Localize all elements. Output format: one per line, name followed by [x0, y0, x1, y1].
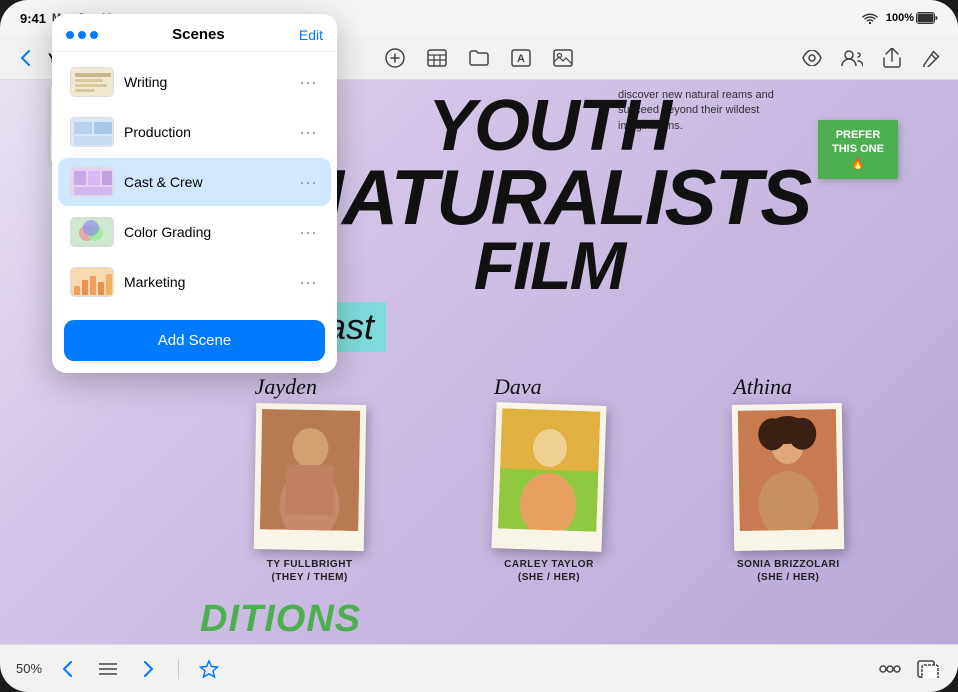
table-button[interactable] — [423, 44, 451, 72]
cast-photos: Jayden — [200, 374, 898, 584]
cast-2-polaroid — [491, 402, 606, 552]
toolbar-right — [585, 44, 946, 72]
sidebar-dot-2 — [78, 31, 86, 39]
add-shape-button[interactable] — [381, 44, 409, 72]
cast-item-3: Athina — [733, 374, 843, 584]
scene-more-cast-crew[interactable]: ··· — [297, 171, 319, 193]
sidebar-edit-button[interactable]: Edit — [299, 27, 323, 43]
scene-item-marketing[interactable]: Marketing ··· — [58, 258, 331, 306]
back-button[interactable] — [12, 44, 40, 72]
share-button[interactable] — [878, 44, 906, 72]
toolbar-center: A — [381, 44, 577, 72]
ipad-frame: 9:41 Mon Jun 10 100% — [0, 0, 958, 692]
cast-2-photo — [498, 408, 600, 531]
battery-label: 100% — [886, 12, 914, 24]
scene-more-color-grading[interactable]: ··· — [297, 221, 319, 243]
cast-2-script: Dava — [494, 374, 604, 400]
sticky-note: PREFER THIS ONE 🔥 — [818, 120, 898, 179]
sidebar-dot-1 — [66, 31, 74, 39]
image-button[interactable] — [549, 44, 577, 72]
status-right: 100% — [862, 12, 938, 24]
arrange-button[interactable] — [876, 655, 904, 683]
sidebar-dots — [66, 31, 98, 39]
scene-item-color-grading[interactable]: Color Grading ··· — [58, 208, 331, 256]
zoom-level: 50% — [16, 661, 42, 676]
svg-text:A: A — [517, 53, 525, 65]
bottom-overlay-text: DITIONS — [200, 598, 361, 640]
scene-more-marketing[interactable]: ··· — [297, 271, 319, 293]
status-time: 9:41 — [20, 11, 46, 26]
scene-thumbnail-cast — [70, 167, 114, 197]
scene-thumbnail-writing — [70, 67, 114, 97]
scene-more-production[interactable]: ··· — [297, 121, 319, 143]
cast-1-polaroid — [253, 403, 366, 551]
scene-thumbnail-production — [70, 117, 114, 147]
scene-name-marketing: Marketing — [124, 274, 287, 290]
cast-2-name: CARLEY TAYLOR(SHE / HER) — [504, 558, 594, 584]
cast-3-polaroid — [732, 403, 845, 551]
scene-item-cast-crew[interactable]: Cast & Crew ··· — [58, 158, 331, 206]
bottom-text-overlay: DITIONS — [200, 598, 958, 644]
bottom-right — [876, 655, 942, 683]
scene-name-color-grading: Color Grading — [124, 224, 287, 240]
cast-item-1: Jayden — [255, 374, 365, 584]
text-button[interactable]: A — [507, 44, 535, 72]
scene-thumbnail-marketing — [70, 267, 114, 297]
scene-name-cast-crew: Cast & Crew — [124, 174, 287, 190]
scene-item-writing[interactable]: Writing ··· — [58, 58, 331, 106]
scenes-list: Writing ··· Production ··· Cast & Crew ·… — [52, 52, 337, 312]
sidebar-title: Scenes — [172, 26, 225, 43]
list-view-button[interactable] — [94, 655, 122, 683]
cast-1-script: Jayden — [255, 374, 365, 400]
folder-button[interactable] — [465, 44, 493, 72]
view-button[interactable] — [798, 44, 826, 72]
scene-item-production[interactable]: Production ··· — [58, 108, 331, 156]
bottom-divider — [178, 659, 179, 679]
cast-3-script: Athina — [733, 374, 843, 400]
scene-name-writing: Writing — [124, 74, 287, 90]
collab-button[interactable] — [838, 44, 866, 72]
cast-1-photo — [260, 409, 360, 531]
cast-item-2: Dava — [494, 374, 604, 584]
battery-indicator: 100% — [886, 12, 938, 24]
nav-next-button[interactable] — [134, 655, 162, 683]
scene-more-writing[interactable]: ··· — [297, 71, 319, 93]
nav-prev-button[interactable] — [54, 655, 82, 683]
add-scene-button[interactable]: Add Scene — [64, 320, 325, 361]
sidebar-dot-3 — [90, 31, 98, 39]
cast-1-name: TY FULLBRIGHT(THEY / THEM) — [267, 558, 353, 584]
scenes-sidebar: Scenes Edit Writing ··· Production ··· — [52, 14, 337, 373]
wifi-icon — [862, 12, 878, 24]
cast-3-name: SONIA BRIZZOLARI(SHE / HER) — [737, 558, 840, 584]
cast-3-photo — [738, 409, 838, 531]
scene-name-production: Production — [124, 124, 287, 140]
pages-button[interactable] — [914, 655, 942, 683]
star-button[interactable] — [195, 655, 223, 683]
edit-button[interactable] — [918, 44, 946, 72]
bottom-toolbar: 50% — [0, 644, 958, 692]
sidebar-header: Scenes Edit — [52, 14, 337, 52]
battery-icon — [916, 12, 938, 24]
scene-thumbnail-color — [70, 217, 114, 247]
